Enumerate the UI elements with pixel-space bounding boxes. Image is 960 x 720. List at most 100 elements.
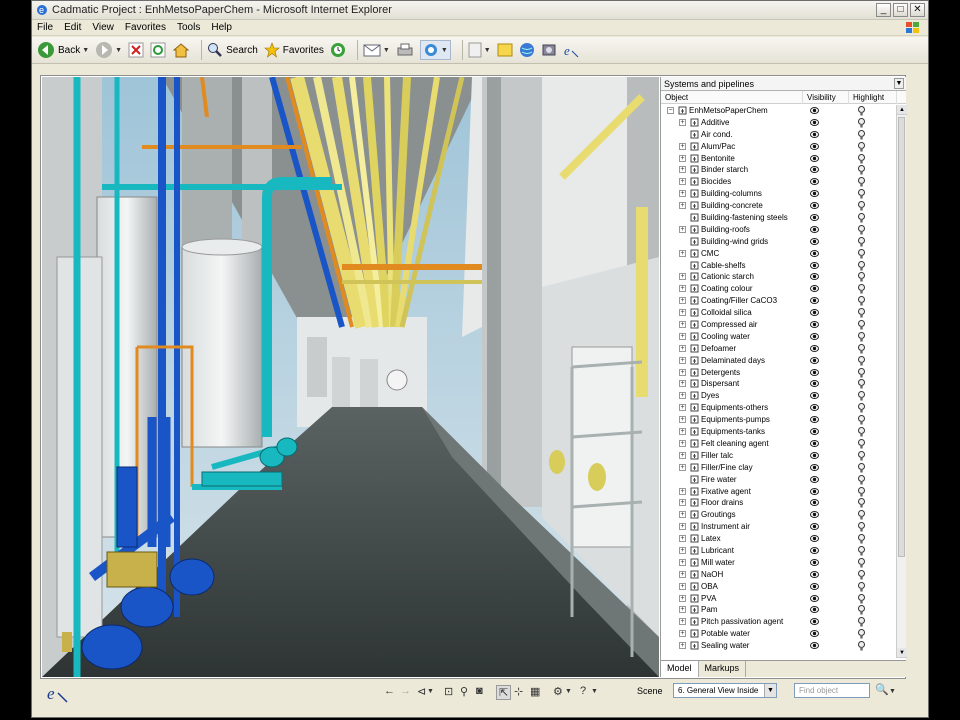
menu-favorites[interactable]: Favorites: [125, 22, 166, 33]
panel-header[interactable]: Systems and pipelines ▼: [661, 77, 906, 91]
expand-icon[interactable]: +: [679, 511, 686, 519]
chevron-down-icon[interactable]: ▼: [894, 78, 904, 89]
measure-icon[interactable]: ⊹: [514, 685, 523, 698]
tree-item[interactable]: + Equipments-pumps: [661, 414, 897, 426]
chevron-down-icon[interactable]: ▼: [441, 47, 448, 54]
messenger-button[interactable]: ▼: [419, 40, 451, 60]
tree-item[interactable]: + Delaminated days: [661, 355, 897, 367]
tree-item[interactable]: Building-wind grids: [661, 236, 897, 248]
visibility-eye-icon[interactable]: [810, 404, 819, 413]
expand-icon[interactable]: +: [679, 451, 686, 459]
notes-button[interactable]: [497, 42, 513, 58]
visibility-eye-icon[interactable]: [810, 249, 819, 259]
tree-item[interactable]: + Fixative agent: [661, 486, 897, 498]
tree-item[interactable]: + PVA: [661, 593, 897, 605]
tab-markups[interactable]: Markups: [699, 661, 747, 677]
expand-icon[interactable]: +: [679, 249, 686, 257]
refresh-button[interactable]: [150, 42, 166, 58]
expand-icon[interactable]: +: [679, 523, 686, 531]
expand-icon[interactable]: +: [679, 297, 686, 305]
visibility-eye-icon[interactable]: [810, 118, 819, 128]
expand-icon[interactable]: +: [679, 380, 686, 388]
nav-back-icon[interactable]: ←: [384, 685, 395, 697]
forward-button[interactable]: ▼: [95, 41, 122, 59]
visibility-eye-icon[interactable]: [810, 642, 819, 651]
visibility-eye-icon[interactable]: [810, 225, 819, 235]
gear-icon[interactable]: ⚙: [553, 685, 563, 698]
col-object[interactable]: Object: [661, 90, 803, 104]
chevron-down-icon[interactable]: ▼: [115, 47, 122, 54]
tree-item[interactable]: + Binder starch: [661, 164, 897, 176]
visibility-eye-icon[interactable]: [810, 416, 819, 425]
visibility-eye-icon[interactable]: [810, 214, 819, 223]
tree-item[interactable]: + Building-columns: [661, 188, 897, 200]
chevron-down-icon[interactable]: ▼: [82, 47, 89, 54]
visibility-eye-icon[interactable]: [810, 630, 819, 639]
expand-icon[interactable]: +: [679, 463, 686, 471]
tree-item[interactable]: + Detergents: [661, 367, 897, 379]
expand-icon[interactable]: +: [679, 178, 686, 186]
visibility-eye-icon[interactable]: [810, 321, 819, 330]
research-button[interactable]: [541, 42, 557, 58]
chevron-down-icon[interactable]: ▼: [591, 688, 598, 695]
expand-icon[interactable]: +: [679, 570, 686, 578]
expand-icon[interactable]: +: [679, 558, 686, 566]
chevron-down-icon[interactable]: ▼: [484, 47, 491, 54]
minimize-button[interactable]: _: [876, 3, 891, 17]
visibility-eye-icon[interactable]: [810, 535, 819, 544]
walk-icon[interactable]: ⚲: [460, 685, 468, 698]
camera-icon[interactable]: ◙: [476, 685, 483, 697]
chevron-down-icon[interactable]: ▼: [383, 47, 390, 54]
close-button[interactable]: ✕: [910, 3, 925, 17]
search-button[interactable]: Search: [207, 42, 258, 58]
expand-icon[interactable]: +: [679, 166, 686, 174]
expand-icon[interactable]: +: [679, 546, 686, 554]
nav-home-icon[interactable]: ⊲: [417, 685, 426, 698]
visibility-eye-icon[interactable]: [810, 546, 819, 556]
visibility-eye-icon[interactable]: [810, 273, 819, 282]
tree-item[interactable]: + Bentonite: [661, 153, 897, 165]
expand-icon[interactable]: +: [679, 225, 686, 233]
print-button[interactable]: [396, 42, 414, 58]
expand-icon[interactable]: +: [679, 118, 686, 126]
select-icon[interactable]: ⇱: [496, 685, 512, 700]
visibility-eye-icon[interactable]: [810, 142, 819, 152]
history-button[interactable]: [330, 42, 346, 58]
expand-icon[interactable]: +: [679, 618, 686, 626]
visibility-eye-icon[interactable]: [810, 344, 819, 354]
scroll-down-icon[interactable]: ▼: [897, 648, 907, 658]
back-button[interactable]: Back ▼: [37, 41, 89, 59]
expand-icon[interactable]: +: [679, 428, 686, 436]
visibility-eye-icon[interactable]: [810, 451, 819, 461]
tree-item[interactable]: + Instrument air: [661, 521, 897, 533]
home-button[interactable]: [172, 42, 190, 58]
tree-item[interactable]: + Latex: [661, 533, 897, 545]
visibility-eye-icon[interactable]: [810, 261, 819, 271]
expand-icon[interactable]: +: [679, 368, 686, 376]
visibility-eye-icon[interactable]: [810, 368, 819, 378]
tree-item[interactable]: + OBA: [661, 581, 897, 593]
chevron-down-icon[interactable]: ▼: [889, 688, 896, 695]
chevron-down-icon[interactable]: ▼: [565, 688, 572, 695]
section-icon[interactable]: ⊡: [444, 685, 453, 698]
tree-item[interactable]: + Coating colour: [661, 283, 897, 295]
expand-icon[interactable]: +: [679, 404, 686, 412]
expand-icon[interactable]: +: [679, 190, 686, 198]
expand-icon[interactable]: +: [679, 594, 686, 602]
visibility-eye-icon[interactable]: [810, 309, 819, 318]
scroll-thumb[interactable]: [898, 117, 905, 557]
tree-item[interactable]: Air cond.: [661, 129, 897, 141]
maximize-button[interactable]: □: [893, 3, 908, 17]
expand-icon[interactable]: +: [679, 582, 686, 590]
expand-icon[interactable]: +: [679, 487, 686, 495]
visibility-eye-icon[interactable]: [810, 582, 819, 592]
tree-item[interactable]: + Floor drains: [661, 497, 897, 509]
favorites-button[interactable]: Favorites: [263, 42, 324, 58]
visibility-eye-icon[interactable]: [810, 439, 819, 449]
scroll-up-icon[interactable]: ▲: [897, 105, 907, 115]
visibility-eye-icon[interactable]: [810, 285, 819, 294]
expand-icon[interactable]: +: [679, 392, 686, 400]
find-object-input[interactable]: Find object: [794, 683, 870, 698]
stop-button[interactable]: [128, 42, 144, 58]
visibility-eye-icon[interactable]: [810, 332, 819, 342]
